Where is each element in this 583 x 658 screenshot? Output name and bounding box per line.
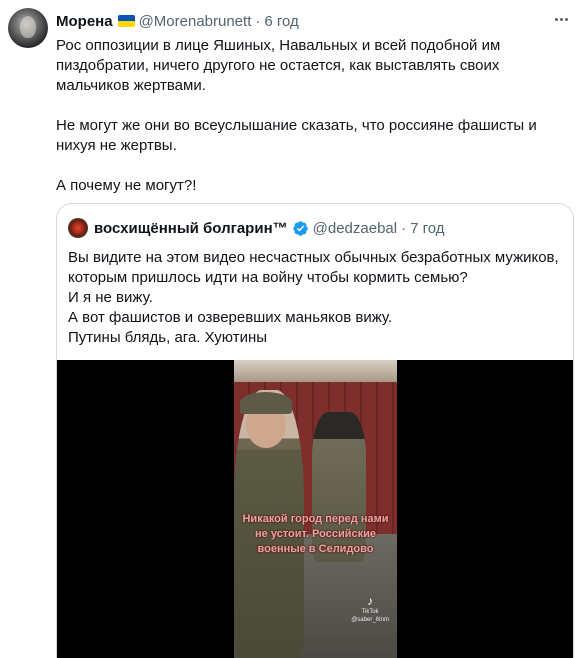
quoted-line: Путины блядь, ага. Хуютины — [68, 329, 268, 346]
video-background-roof — [234, 360, 397, 382]
quoted-author-name[interactable]: восхищённый болгарин™ — [94, 220, 288, 237]
author-name[interactable]: Морена — [56, 13, 113, 30]
tweet[interactable]: Морена @Morenabrunett · 6 год Рос оппози… — [0, 0, 583, 658]
quoted-tweet-header: восхищённый болгарин™ @dedzaebal · 7 год — [68, 217, 445, 239]
video-caption: Никакой город перед нами не устоит. Росс… — [242, 513, 389, 555]
media-container[interactable]: Никакой город перед нами не устоит. Росс… — [57, 360, 573, 658]
author-avatar[interactable] — [8, 8, 48, 48]
more-horizontal-icon — [554, 17, 558, 21]
ukraine-flag-icon — [117, 15, 135, 27]
tiktok-icon: ♪ — [367, 594, 374, 608]
quoted-tweet[interactable]: восхищённый болгарин™ @dedzaebal · 7 год… — [56, 203, 574, 658]
tweet-paragraph: Рос оппозиции в лице Яшиных, Навальных и… — [56, 37, 501, 94]
tweet-header: Морена @Morenabrunett · 6 год — [56, 11, 299, 31]
tweet-paragraph: А почему не могут?! — [56, 177, 197, 194]
quoted-tweet-text: Вы видите на этом видео несчастных обычн… — [68, 248, 563, 348]
tiktok-user: @saber_6tnm — [351, 617, 389, 623]
tweet-timestamp[interactable]: 6 год — [264, 13, 298, 30]
video-figure-cap — [240, 392, 292, 414]
tweet-text: Рос оппозиции в лице Яшиных, Навальных и… — [56, 36, 556, 196]
quoted-author-avatar[interactable] — [68, 218, 88, 238]
quoted-line: А вот фашистов и озверевших маньяков виж… — [68, 309, 393, 326]
quoted-author-handle[interactable]: @dedzaebal — [313, 220, 397, 237]
separator-dot: · — [401, 219, 407, 237]
author-handle[interactable]: @Morenabrunett — [139, 13, 252, 30]
tiktok-watermark: ♪ TikTok @saber_6tnm — [351, 595, 389, 624]
tiktok-brand: TikTok — [361, 609, 379, 615]
verified-badge-icon — [292, 220, 309, 237]
quoted-tweet-timestamp[interactable]: 7 год — [410, 220, 444, 237]
separator-dot: · — [255, 12, 261, 30]
video-thumbnail[interactable]: Никакой город перед нами не устоит. Росс… — [234, 360, 397, 658]
quoted-line: Вы видите на этом видео несчастных обычн… — [68, 249, 563, 286]
tweet-paragraph: Не могут же они во всеуслышание сказать,… — [56, 117, 537, 154]
quoted-line: И я не вижу. — [68, 289, 153, 306]
more-options-button[interactable] — [550, 11, 572, 27]
